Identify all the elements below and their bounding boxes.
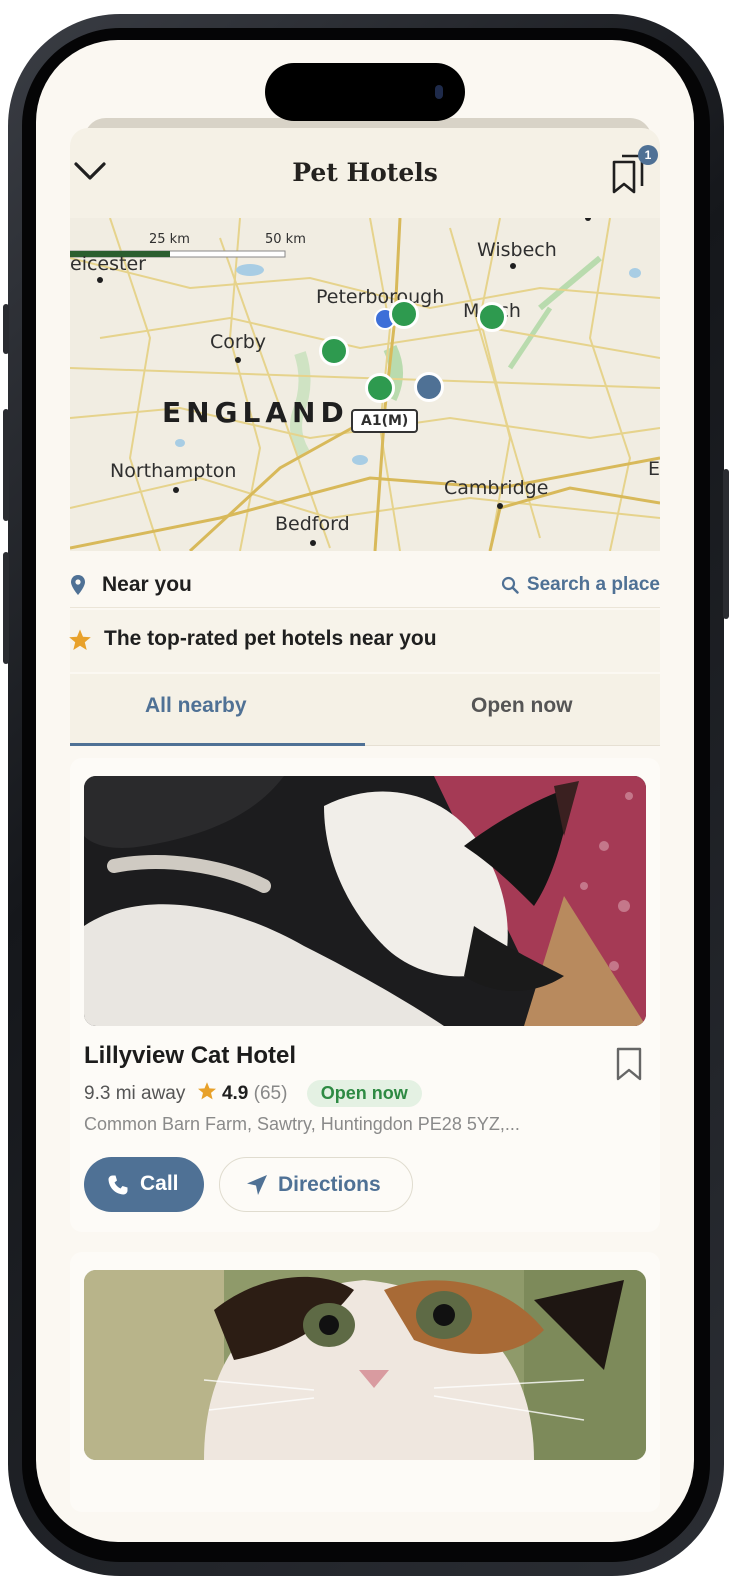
- directions-button[interactable]: Directions: [219, 1157, 413, 1212]
- search-icon: [501, 576, 519, 594]
- bookmark-icon[interactable]: [614, 1046, 644, 1082]
- hotel-review-count: (65): [253, 1083, 288, 1104]
- map-label-leicester: eicester: [70, 253, 146, 275]
- list-heading-row: The top-rated pet hotels near you: [69, 610, 660, 672]
- map-scale-label: 25 km: [149, 232, 190, 247]
- map-label-peterborough: Peterborough: [316, 286, 445, 308]
- search-place-label: Search a place: [526, 574, 660, 595]
- hotel-card[interactable]: Lillyview Cat Hotel 9.3 mi away 4.9 (65)…: [70, 758, 660, 1232]
- near-you-label[interactable]: Near you: [102, 573, 192, 597]
- selected-map-pin[interactable]: [414, 372, 444, 402]
- power-button: [723, 469, 729, 619]
- phone-icon: [108, 1175, 128, 1195]
- tab-all-nearby[interactable]: All nearby: [145, 694, 247, 718]
- dynamic-island: [265, 63, 465, 121]
- cat-photo: [84, 776, 646, 1026]
- hotel-card[interactable]: [70, 1252, 660, 1512]
- map-label-wisbech: Wisbech: [477, 239, 557, 261]
- tab-bar: All nearby Open now: [70, 674, 660, 746]
- map-road-shield: A1(M): [351, 409, 419, 433]
- map-label-england: ENGLAND: [162, 396, 349, 429]
- header: Pet Hotels 1: [70, 128, 660, 218]
- cat-photo: [84, 1270, 646, 1460]
- volume-up-button: [3, 409, 9, 521]
- map-label-bedford: Bedford: [275, 513, 350, 535]
- hotel-name[interactable]: Lillyview Cat Hotel: [84, 1042, 296, 1070]
- mute-switch: [3, 304, 9, 354]
- directions-label: Directions: [278, 1173, 381, 1196]
- map-scale-label: 50 km: [265, 232, 306, 247]
- page-title: Pet Hotels: [292, 158, 438, 187]
- call-label: Call: [140, 1172, 179, 1195]
- map-label-cambridge: Cambridge: [444, 477, 549, 499]
- list-heading: The top-rated pet hotels near you: [104, 627, 437, 650]
- location-row: Near you Search a place: [70, 562, 660, 608]
- hotel-map-pin[interactable]: [365, 373, 395, 403]
- hotel-map-pin[interactable]: [389, 299, 419, 329]
- hotel-rating: 4.9: [221, 1083, 249, 1104]
- volume-down-button: [3, 552, 9, 664]
- location-pin-icon: [71, 575, 85, 595]
- map-label-northampton: Northampton: [110, 460, 237, 482]
- star-icon: [69, 629, 91, 650]
- tab-selected-indicator: [70, 743, 365, 746]
- status-badge: Open now: [306, 1080, 422, 1107]
- saved-count-badge: 1: [638, 145, 658, 165]
- tab-open-now[interactable]: Open now: [471, 694, 573, 718]
- hotel-map-pin[interactable]: [477, 302, 507, 332]
- map-label-corby: Corby: [210, 331, 267, 353]
- hotel-distance: 9.3 mi away: [84, 1083, 186, 1104]
- map[interactable]: 25 km 50 km eicester Wisbech Peterboroug…: [70, 218, 660, 551]
- hotel-photo[interactable]: [84, 776, 646, 1026]
- navigation-arrow-icon: [247, 1175, 267, 1195]
- hotel-map-pin[interactable]: [319, 336, 349, 366]
- hotel-photo[interactable]: [84, 1270, 646, 1460]
- hotel-address: Common Barn Farm, Sawtry, Huntingdon PE2…: [84, 1114, 520, 1134]
- rating-star-icon: [197, 1082, 216, 1100]
- map-label-edge: E: [648, 458, 660, 480]
- call-button[interactable]: Call: [84, 1157, 204, 1212]
- hotel-meta: 9.3 mi away 4.9 (65) Open now: [84, 1080, 422, 1107]
- search-place-button[interactable]: Search a place: [501, 574, 660, 596]
